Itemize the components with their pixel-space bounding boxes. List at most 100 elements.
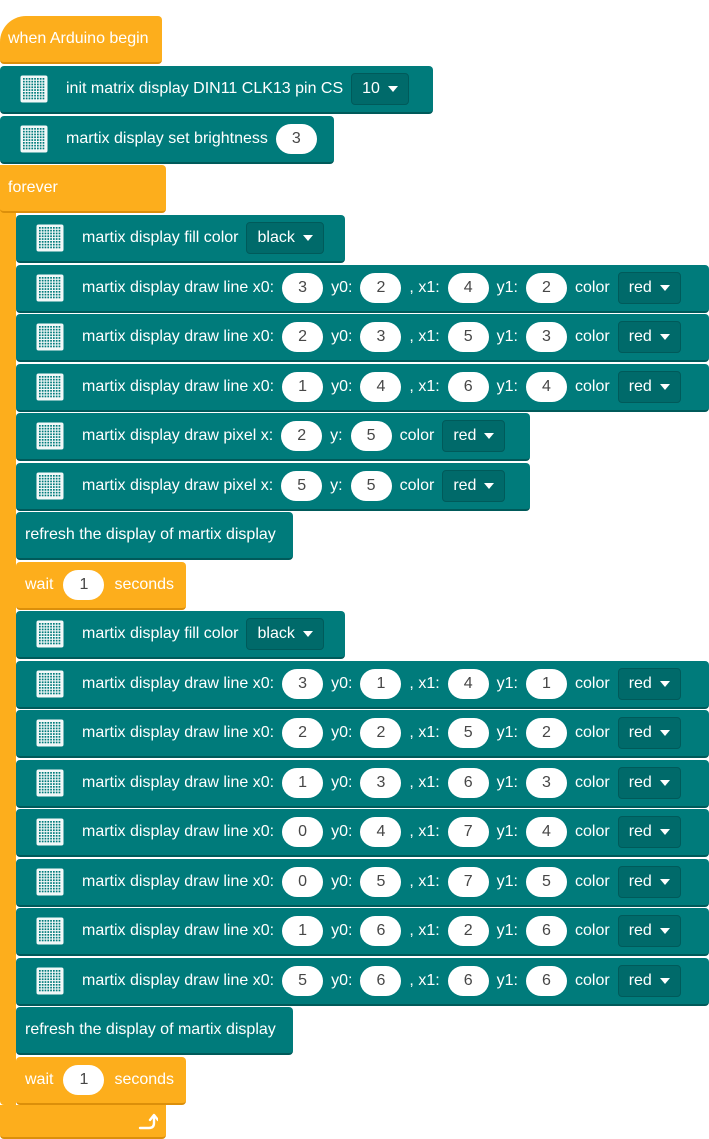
draw-line-block[interactable]: martix display draw line x0: 0 y0: 5 , x1: 7 y… bbox=[16, 858, 709, 907]
wait-block[interactable]: wait 1 seconds bbox=[16, 1056, 186, 1105]
line-color-dropdown[interactable]: red bbox=[617, 370, 681, 403]
draw-line-block[interactable]: martix display draw line x0: 5 y0: 6, x1: 6 y… bbox=[16, 957, 709, 1006]
line-color-dropdown[interactable]: red bbox=[617, 321, 681, 353]
y1-input[interactable]: 2 bbox=[526, 718, 567, 748]
line-color-dropdown[interactable]: red bbox=[617, 271, 681, 304]
y0-input[interactable]: 2 bbox=[360, 272, 402, 303]
y0-input[interactable]: 6 bbox=[360, 916, 402, 946]
pixel-y-input[interactable]: 5 bbox=[350, 421, 392, 451]
x0-input[interactable]: 1 bbox=[282, 371, 324, 402]
line-color-dropdown[interactable]: red bbox=[617, 717, 681, 749]
forever-block-arm bbox=[0, 165, 16, 1105]
chevron-down-icon bbox=[302, 235, 313, 241]
y1-input[interactable]: 4 bbox=[526, 817, 567, 847]
led-matrix-icon bbox=[36, 472, 64, 500]
y0-input[interactable]: 3 bbox=[360, 322, 402, 352]
draw-line-block[interactable]: martix display draw line x0: 2 y0: 2 , x1: 5 y… bbox=[16, 710, 709, 758]
x0-input[interactable]: 0 bbox=[282, 817, 324, 847]
refresh-display-block[interactable]: refresh the display of martix display bbox=[16, 512, 293, 560]
x1-input[interactable]: 5 bbox=[447, 322, 489, 352]
draw-line-block[interactable]: martix display draw line x0: 2 y0: 3 , x1: 5 y… bbox=[16, 314, 709, 362]
y1-input[interactable]: 3 bbox=[526, 767, 567, 798]
y1-input[interactable]: 4 bbox=[526, 371, 567, 402]
pixel-x-input[interactable]: 2 bbox=[281, 421, 323, 451]
brightness-input[interactable]: 3 bbox=[275, 124, 317, 154]
fill-color-dropdown[interactable]: black bbox=[246, 618, 324, 650]
y1-input[interactable]: 6 bbox=[526, 965, 567, 996]
y0-input[interactable]: 4 bbox=[360, 371, 402, 402]
draw-line-block[interactable]: martix display draw line x0: 0 y0: 4 , x1: 7 y… bbox=[16, 809, 709, 857]
fill-color-dropdown[interactable]: black bbox=[246, 222, 324, 254]
draw-line-block[interactable]: martix display draw line x0: 3 y0: 1 , x1: 4 y… bbox=[16, 660, 709, 709]
when-arduino-begin-block[interactable]: when Arduino begin bbox=[0, 16, 162, 64]
cs-pin-dropdown[interactable]: 10 bbox=[351, 73, 409, 105]
line-color-dropdown[interactable]: red bbox=[617, 964, 681, 997]
led-matrix-icon bbox=[36, 373, 64, 401]
forever-block-header[interactable]: forever bbox=[0, 165, 166, 213]
x0-input[interactable]: 3 bbox=[282, 272, 324, 303]
draw-pixel-block[interactable]: martix display draw pixel x: 5 y: 5 color red bbox=[16, 462, 530, 511]
y1-label: y1: bbox=[496, 773, 518, 791]
seconds-label: seconds bbox=[114, 1070, 175, 1088]
line-color-dropdown[interactable]: red bbox=[617, 865, 681, 898]
pixel-color-dropdown[interactable]: red bbox=[442, 469, 506, 502]
y1-input[interactable]: 6 bbox=[526, 916, 567, 946]
x1-input[interactable]: 4 bbox=[447, 272, 489, 303]
x0-input[interactable]: 1 bbox=[282, 767, 324, 798]
x1-input[interactable]: 7 bbox=[447, 817, 489, 847]
y0-input[interactable]: 4 bbox=[360, 817, 402, 847]
y1-label: y1: bbox=[496, 922, 518, 939]
x1-input[interactable]: 4 bbox=[447, 668, 489, 699]
x0-input[interactable]: 1 bbox=[282, 916, 324, 946]
wait-seconds-input[interactable]: 1 bbox=[63, 569, 105, 600]
line-color-dropdown[interactable]: red bbox=[617, 915, 681, 947]
y1-input[interactable]: 2 bbox=[526, 272, 567, 303]
x0-input[interactable]: 5 bbox=[282, 965, 324, 996]
x1-input[interactable]: 7 bbox=[447, 866, 489, 897]
y0-input[interactable]: 2 bbox=[360, 718, 402, 748]
y0-input[interactable]: 6 bbox=[360, 965, 402, 996]
chevron-down-icon bbox=[302, 631, 313, 637]
dropdown-value: red bbox=[628, 971, 652, 989]
wait-seconds-input[interactable]: 1 bbox=[63, 1064, 105, 1095]
refresh-display-block[interactable]: refresh the display of martix display bbox=[16, 1007, 293, 1055]
x0-input[interactable]: 2 bbox=[282, 322, 324, 352]
draw-pixel-block[interactable]: martix display draw pixel x: 2 y: 5 color red bbox=[16, 413, 530, 461]
y0-label: y0: bbox=[331, 328, 353, 345]
y1-label: y1: bbox=[496, 328, 518, 345]
y0-input[interactable]: 5 bbox=[360, 866, 402, 897]
y1-input[interactable]: 1 bbox=[526, 668, 567, 699]
fill-color-block[interactable]: martix display fill color black bbox=[16, 215, 345, 263]
x1-input[interactable]: 5 bbox=[447, 718, 489, 748]
dropdown-value: red bbox=[628, 773, 652, 791]
draw-line-block[interactable]: martix display draw line x0: 1 y0: 6 , x1: 2 y… bbox=[16, 908, 709, 956]
draw-line-block[interactable]: martix display draw line x0: 3 y0: 2 , x1: 4 y… bbox=[16, 264, 709, 313]
set-brightness-block[interactable]: martix display set brightness 3 bbox=[0, 116, 334, 164]
x0-input[interactable]: 0 bbox=[282, 866, 324, 897]
x1-input[interactable]: 6 bbox=[447, 965, 489, 996]
y1-input[interactable]: 5 bbox=[526, 866, 567, 897]
x1-input[interactable]: 6 bbox=[447, 767, 489, 798]
x1-label: , x1: bbox=[409, 674, 440, 692]
line-color-dropdown[interactable]: red bbox=[617, 667, 681, 700]
line-color-dropdown[interactable]: red bbox=[617, 766, 681, 799]
y0-label: y0: bbox=[331, 674, 353, 692]
init-matrix-display-block[interactable]: init matrix display DIN11 CLK13 pin CS 10 bbox=[0, 66, 433, 114]
wait-block[interactable]: wait 1 seconds bbox=[16, 561, 186, 610]
y0-input[interactable]: 3 bbox=[360, 767, 402, 798]
y1-input[interactable]: 3 bbox=[526, 322, 567, 352]
pixel-x-input[interactable]: 5 bbox=[281, 470, 323, 501]
x1-input[interactable]: 2 bbox=[447, 916, 489, 946]
x1-input[interactable]: 6 bbox=[447, 371, 489, 402]
chevron-down-icon bbox=[659, 878, 670, 885]
pixel-color-dropdown[interactable]: red bbox=[442, 420, 506, 452]
x0-input[interactable]: 3 bbox=[282, 668, 324, 699]
y0-input[interactable]: 1 bbox=[360, 668, 402, 699]
fill-color-block[interactable]: martix display fill color black bbox=[16, 611, 345, 659]
pixel-y-input[interactable]: 5 bbox=[350, 470, 392, 501]
draw-line-block[interactable]: martix display draw line x0: 1 y0: 4 , x1: 6 y… bbox=[16, 363, 709, 412]
wait-label: wait bbox=[25, 575, 54, 593]
draw-line-block[interactable]: martix display draw line x0: 1 y0: 3 , x1: 6 y… bbox=[16, 759, 709, 808]
line-color-dropdown[interactable]: red bbox=[617, 816, 681, 848]
x0-input[interactable]: 2 bbox=[282, 718, 324, 748]
